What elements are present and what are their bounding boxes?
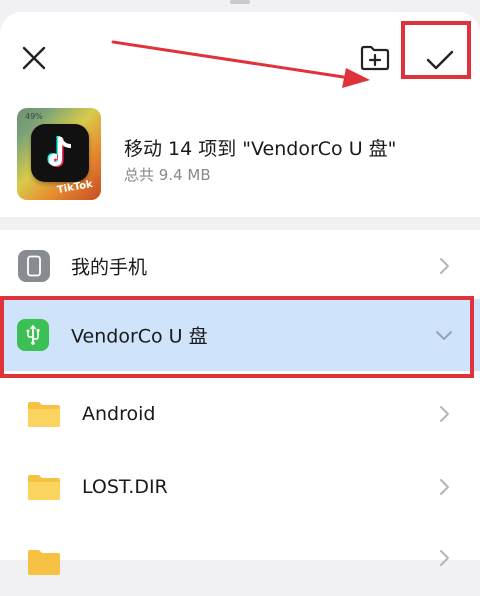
location-usb-drive[interactable]: VendorCo U 盘 (0, 299, 480, 371)
handle-indicator (230, 0, 250, 4)
thumbnail-status-text: 49% (25, 112, 43, 121)
confirm-highlight-box (401, 21, 471, 79)
chevron-right-icon (440, 479, 449, 495)
folder-android[interactable]: Android (0, 378, 480, 450)
chevron-right-icon (440, 550, 449, 566)
move-title: 移动 14 项到 "VendorCo U 盘" (124, 138, 397, 160)
new-folder-button[interactable] (355, 38, 395, 78)
new-folder-icon (360, 45, 390, 71)
folder-label: Android (82, 403, 156, 425)
location-my-phone[interactable]: 我的手机 (0, 230, 480, 302)
chevron-right-icon (440, 406, 449, 422)
folder-icon (28, 550, 60, 575)
destination-list: 我的手机 VendorCo U 盘 Android LOST.DIR (0, 230, 480, 575)
total-size: 总共 9.4 MB (124, 166, 211, 184)
location-label: 我的手机 (71, 256, 148, 279)
tiktok-icon (31, 124, 89, 182)
folder-label: LOST.DIR (82, 476, 168, 498)
phone-icon (18, 250, 50, 282)
usb-icon (17, 319, 49, 351)
chevron-right-icon (440, 258, 449, 274)
folder-lost-dir[interactable]: LOST.DIR (0, 451, 480, 523)
folder-icon (28, 402, 60, 427)
close-icon (22, 46, 46, 70)
chevron-down-icon (436, 331, 452, 340)
folder-partial[interactable] (0, 524, 480, 596)
folder-icon (28, 475, 60, 500)
item-thumbnail: 49% TikTok (17, 108, 101, 200)
close-button[interactable] (14, 38, 54, 78)
location-label: VendorCo U 盘 (71, 325, 208, 348)
